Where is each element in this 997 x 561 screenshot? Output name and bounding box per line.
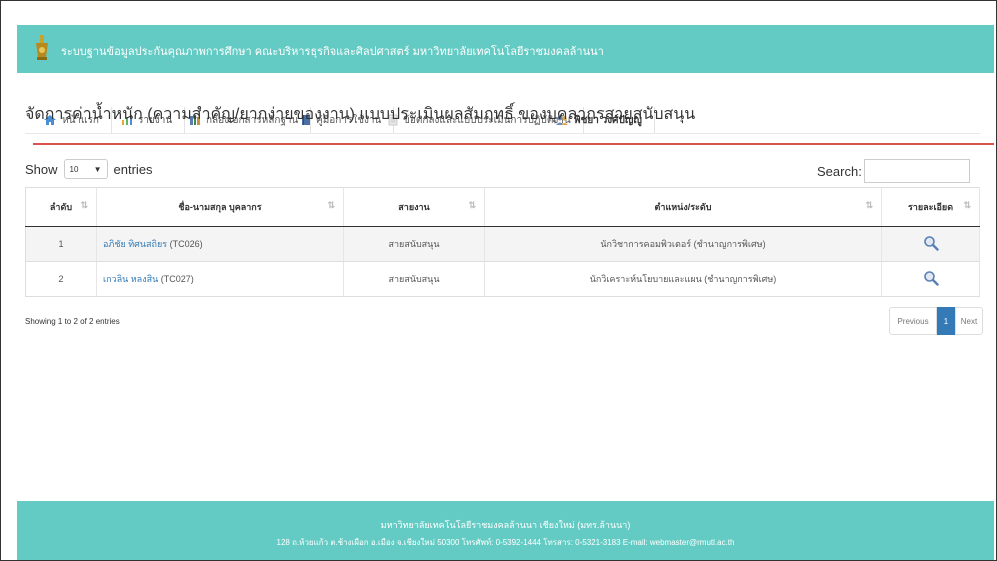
entries-select[interactable]: 10 ▼: [63, 159, 108, 179]
sort-icon: ⇅: [963, 200, 971, 210]
person-code: (TC027): [160, 274, 194, 284]
search-input[interactable]: [863, 159, 970, 183]
search-control: Search:: [817, 159, 970, 183]
entries-label: entries: [113, 161, 153, 177]
university-logo-icon: [36, 35, 48, 60]
page-title: จัดการค่าน้ำหนัก (ความสำคัญ/ยากง่ายของงา…: [25, 106, 696, 123]
site-footer: มหาวิทยาลัยเทคโนโลยีราชมงคลล้านนา เชียงใ…: [17, 501, 994, 560]
sort-icon: ⇅: [327, 200, 335, 210]
cell-line: สายสนับสนุน: [343, 261, 485, 297]
chevron-down-icon: ▼: [93, 164, 102, 174]
person-link[interactable]: เกวลิน หลงสิน: [103, 274, 158, 284]
browser-frame: ระบบฐานข้อมูลประกันคุณภาพการศึกษา คณะบริ…: [0, 0, 997, 561]
personnel-table: ลำดับ ⇅ ชื่อ-นามสกุล บุคลากร ⇅ สายงาน ⇅ ตำแ…: [25, 187, 980, 297]
column-header-name[interactable]: ชื่อ-นามสกุล บุคลากร ⇅: [96, 187, 344, 227]
column-header-detail[interactable]: รายละเอียด ⇅: [881, 187, 980, 227]
sort-icon: ⇅: [80, 200, 88, 210]
pagination: Previous 1 Next: [889, 307, 983, 335]
sort-icon: ⇅: [468, 200, 476, 210]
divider: [25, 133, 980, 134]
magnifier-icon[interactable]: [923, 235, 939, 251]
entries-value: 10: [69, 164, 79, 174]
cell-position: นักวิชาการคอมพิวเตอร์ (ชำนาญการพิเศษ): [484, 226, 882, 262]
table-row: 2 เกวลิน หลงสิน (TC027) สายสนับสนุน นักว…: [25, 261, 980, 297]
cell-no: 1: [25, 226, 97, 262]
cell-no: 2: [25, 261, 97, 297]
column-header-no[interactable]: ลำดับ ⇅: [25, 187, 97, 227]
cell-line: สายสนับสนุน: [343, 226, 485, 262]
table-row: 1 อภิชัย ทิศนสถิยร (TC026) สายสนับสนุน น…: [25, 226, 980, 262]
sort-icon: ⇅: [865, 200, 873, 210]
magnifier-icon[interactable]: [923, 270, 939, 286]
site-title: ระบบฐานข้อมูลประกันคุณภาพการศึกษา คณะบริ…: [61, 46, 604, 58]
cell-detail: [881, 261, 980, 297]
table-header-row: ลำดับ ⇅ ชื่อ-นามสกุล บุคลากร ⇅ สายงาน ⇅ ตำแ…: [25, 187, 980, 227]
cell-name: อภิชัย ทิศนสถิยร (TC026): [96, 226, 344, 262]
site-header: ระบบฐานข้อมูลประกันคุณภาพการศึกษา คณะบริ…: [17, 25, 994, 73]
footer-address: 128 ถ.ห้วยแก้ว ต.ช้างเผือก อ.เมือง จ.เชี…: [276, 538, 735, 547]
search-label: Search:: [817, 163, 862, 179]
table-info: Showing 1 to 2 of 2 entries: [25, 317, 120, 326]
column-header-line[interactable]: สายงาน ⇅: [343, 187, 485, 227]
cell-name: เกวลิน หลงสิน (TC027): [96, 261, 344, 297]
cell-position: นักวิเคราะห์นโยบายและแผน (ชำนาญการพิเศษ): [484, 261, 882, 297]
entries-length-control: Show 10 ▼ entries: [25, 159, 153, 179]
next-button[interactable]: Next: [955, 307, 983, 335]
person-link[interactable]: อภิชัย ทิศนสถิยร: [103, 239, 167, 249]
page-1-button[interactable]: 1: [937, 307, 955, 335]
previous-button[interactable]: Previous: [889, 307, 937, 335]
person-code: (TC026): [169, 239, 203, 249]
cell-detail: [881, 226, 980, 262]
show-label: Show: [25, 161, 58, 177]
footer-university: มหาวิทยาลัยเทคโนโลยีราชมงคลล้านนา เชียงใ…: [380, 520, 631, 530]
column-header-position[interactable]: ตำแหน่ง/ระดับ ⇅: [484, 187, 882, 227]
